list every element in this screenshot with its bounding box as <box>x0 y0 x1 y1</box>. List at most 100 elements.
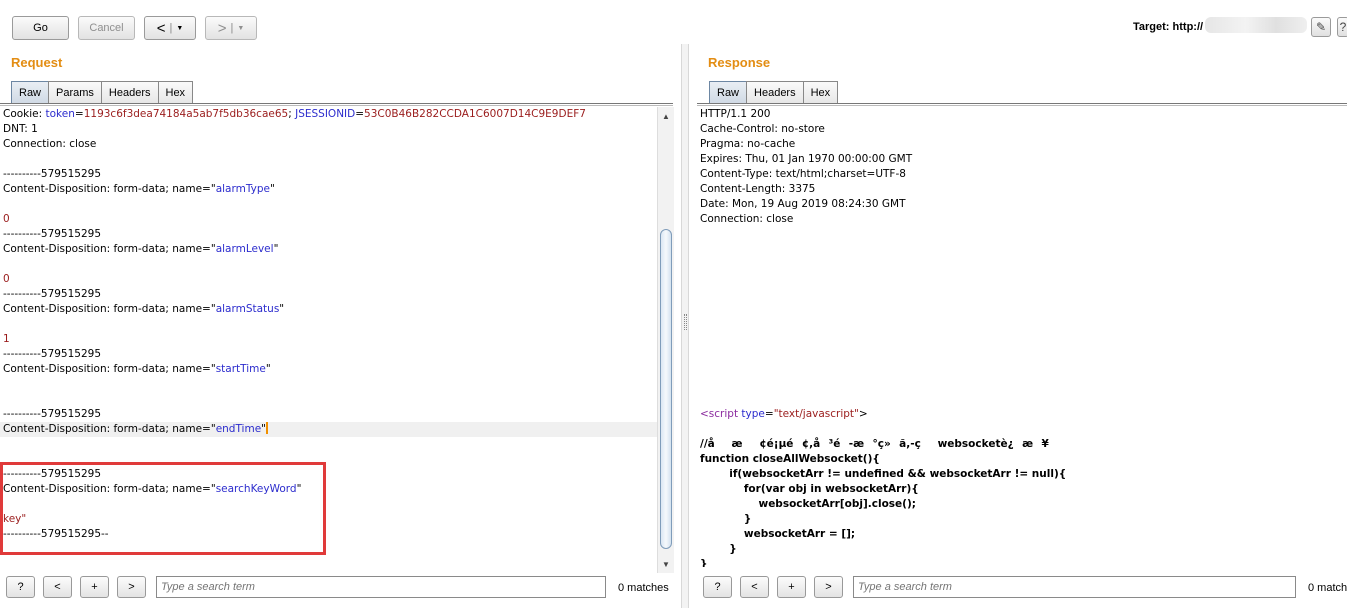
request-tab-hex[interactable]: Hex <box>157 81 194 104</box>
request-line: Content-Disposition: form-data; name="st… <box>0 362 657 377</box>
request-text: " <box>265 363 271 375</box>
request-scrollbar[interactable]: ▲ ▼ <box>657 107 674 573</box>
response-text: } <box>700 513 752 525</box>
response-line <box>697 287 1347 302</box>
response-line: Content-Length: 3375 <box>697 182 1347 197</box>
response-add-button[interactable]: + <box>777 576 806 598</box>
request-title: Request <box>11 55 63 70</box>
request-line: ----------579515295 <box>0 227 657 242</box>
response-line: websocketArr[obj].close(); <box>697 497 1347 512</box>
response-line: Expires: Thu, 01 Jan 1970 00:00:00 GMT <box>697 152 1347 167</box>
request-line <box>0 377 657 392</box>
response-text: } <box>700 558 708 567</box>
request-text: 53C0B46B282CCDA1C6007D14C9E9DEF7 <box>364 108 586 120</box>
request-editor[interactable]: Cookie: token=1193c6f3dea74184a5ab7f5db3… <box>0 107 657 567</box>
request-text: ----------579515295 <box>3 228 102 240</box>
response-line <box>697 392 1347 407</box>
response-line <box>697 227 1347 242</box>
request-line <box>0 152 657 167</box>
request-line: key" <box>0 512 657 527</box>
request-search-input[interactable] <box>156 576 606 598</box>
response-search-input[interactable] <box>853 576 1296 598</box>
request-match-count: 0 matches <box>618 582 669 594</box>
request-line <box>0 437 657 452</box>
request-line: Content-Disposition: form-data; name="se… <box>0 482 657 497</box>
go-button[interactable]: Go <box>12 16 69 40</box>
request-tab-headers[interactable]: Headers <box>100 81 159 104</box>
request-text: ----------579515295 <box>3 348 102 360</box>
request-text: token <box>45 108 75 120</box>
request-next-button[interactable]: > <box>117 576 146 598</box>
response-prev-button[interactable]: < <box>740 576 769 598</box>
response-line: } <box>697 542 1347 557</box>
request-line: ----------579515295 <box>0 347 657 362</box>
scroll-down-icon[interactable]: ▼ <box>660 558 672 570</box>
forward-button[interactable]: > | ▼ <box>205 16 257 40</box>
response-line <box>697 302 1347 317</box>
back-dropdown-icon: ▼ <box>176 24 184 32</box>
response-line <box>697 317 1347 332</box>
split-divider[interactable] <box>681 44 689 608</box>
back-button[interactable]: < | ▼ <box>144 16 196 40</box>
request-text: alarmLevel <box>215 243 274 255</box>
response-line: HTTP/1.1 200 <box>697 107 1347 122</box>
request-text: Content-Disposition: form-data; name=" <box>3 183 216 195</box>
request-text: = <box>74 108 84 120</box>
request-add-button[interactable]: + <box>80 576 109 598</box>
response-line: Connection: close <box>697 212 1347 227</box>
request-text: 1193c6f3dea74184a5ab7f5db36cae65 <box>83 108 289 120</box>
response-tab-headers[interactable]: Headers <box>746 81 804 104</box>
forward-arrow-icon: > <box>217 19 227 37</box>
request-text: " <box>273 243 279 255</box>
request-tab-params[interactable]: Params <box>48 81 102 104</box>
request-help-button[interactable]: ? <box>6 576 35 598</box>
request-line: ----------579515295 <box>0 407 657 422</box>
response-search-bar: ? < + > 0 matches <box>697 575 1347 601</box>
request-line: ----------579515295 <box>0 167 657 182</box>
scroll-up-icon[interactable]: ▲ <box>660 110 672 122</box>
response-text: //åæ¢é¡µé¢,å ³é-æ°ç»ã,-çwebsoc… <box>700 438 1049 450</box>
target-help-button[interactable]: ? <box>1337 17 1347 37</box>
request-text: alarmType <box>215 183 270 195</box>
request-text: Connection: close <box>3 138 97 150</box>
request-text: Content-Disposition: form-data; name=" <box>3 423 216 435</box>
request-text: startTime <box>215 363 266 375</box>
request-text: 0 <box>3 213 10 225</box>
response-help-button[interactable]: ? <box>703 576 732 598</box>
divider-grip-icon <box>684 314 687 330</box>
edit-target-button[interactable]: ✎ <box>1311 17 1331 37</box>
cancel-button[interactable]: Cancel <box>78 16 135 40</box>
request-line: 0 <box>0 212 657 227</box>
response-tab-hex[interactable]: Hex <box>802 81 839 104</box>
request-line <box>0 197 657 212</box>
response-text: Expires: Thu, 01 Jan 1970 00:00:00 GMT <box>700 153 913 165</box>
response-text: Content-Length: 3375 <box>700 183 816 195</box>
response-editor[interactable]: HTTP/1.1 200 Cache-Control: no-store Pragm… <box>697 107 1347 567</box>
request-text: searchKeyWord <box>215 483 297 495</box>
request-text: 1 <box>3 333 10 345</box>
request-text: alarmStatus <box>215 303 280 315</box>
response-text: type <box>741 408 765 420</box>
request-scroll-thumb[interactable] <box>660 229 672 549</box>
response-line: Pragma: no-cache <box>697 137 1347 152</box>
request-line <box>0 317 657 332</box>
request-text: 0 <box>3 273 10 285</box>
response-line <box>697 362 1347 377</box>
request-line: ----------579515295 <box>0 287 657 302</box>
response-text: <script <box>700 408 742 420</box>
request-line: Cookie: token=1193c6f3dea74184a5ab7f5db3… <box>0 107 657 122</box>
request-prev-button[interactable]: < <box>43 576 72 598</box>
request-line: 0 <box>0 272 657 287</box>
response-line <box>697 272 1347 287</box>
response-text: "text/javascript" <box>773 408 859 420</box>
response-next-button[interactable]: > <box>814 576 843 598</box>
request-text: ----------579515295 <box>3 168 102 180</box>
response-line <box>697 377 1347 392</box>
response-line: Cache-Control: no-store <box>697 122 1347 137</box>
response-tab-raw[interactable]: Raw <box>709 81 748 104</box>
response-text: Pragma: no-cache <box>700 138 796 150</box>
request-tab-raw[interactable]: Raw <box>11 81 50 104</box>
request-text: Content-Disposition: form-data; name=" <box>3 483 216 495</box>
response-tab-underline <box>697 103 1347 106</box>
response-line: for(var obj in websocketArr){ <box>697 482 1347 497</box>
